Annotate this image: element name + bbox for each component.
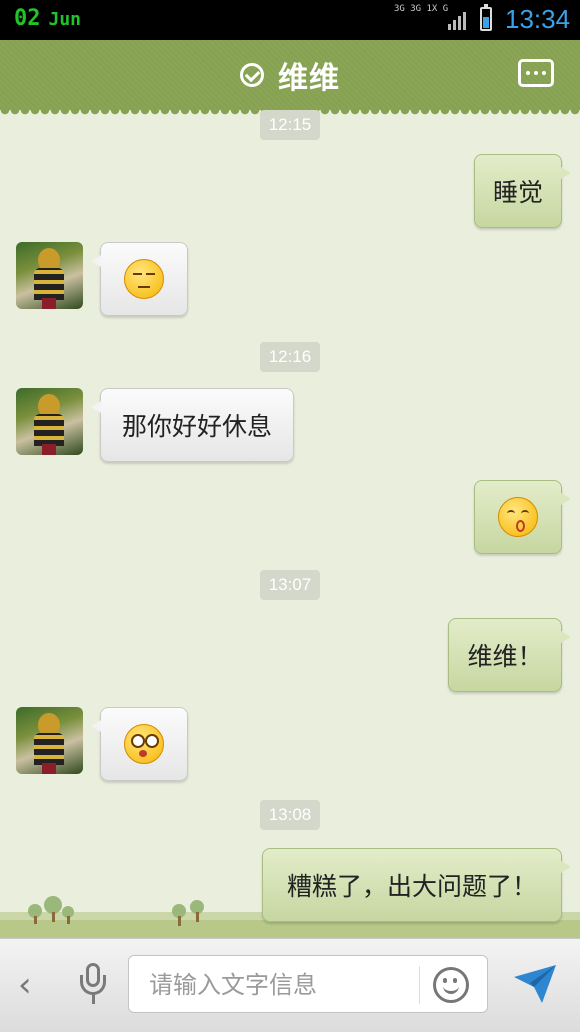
status-time: 13:34 — [505, 4, 571, 34]
divider — [419, 966, 420, 1004]
chat-title[interactable]: 维维 — [278, 53, 340, 97]
outgoing-emoji-message[interactable] — [474, 480, 571, 554]
timestamp: 13:08 — [260, 800, 320, 830]
message-input[interactable] — [147, 968, 411, 1002]
microphone-icon[interactable] — [80, 963, 108, 1007]
incoming-message[interactable]: 那你好好休息 — [91, 388, 294, 462]
status-date: 02 Jun — [14, 6, 81, 31]
more-dots-icon — [526, 71, 530, 75]
battery-icon — [480, 4, 492, 31]
kissing-face-icon — [498, 497, 538, 537]
avatar[interactable] — [16, 388, 83, 455]
send-arrow-icon[interactable] — [512, 963, 558, 1005]
check-circle-icon — [240, 63, 264, 87]
more-menu-button[interactable] — [518, 59, 554, 87]
network-type-label: 3G 3G 1X G — [394, 4, 449, 14]
message-list[interactable]: 12:15 睡觉 12:16 那你好好休息 13:07 维维！ 13:08 糟糕… — [0, 110, 580, 938]
dizzy-face-icon — [124, 724, 164, 764]
back-chevron-icon[interactable]: ‹ — [18, 965, 32, 1005]
input-bar: ‹ — [0, 938, 580, 1032]
outgoing-message[interactable]: 维维！ — [448, 618, 571, 692]
incoming-emoji-message[interactable] — [91, 707, 188, 781]
message-input-container — [128, 955, 488, 1013]
outgoing-message[interactable]: 糟糕了，出大问题了！ — [262, 848, 571, 922]
smiley-icon[interactable] — [433, 967, 469, 1003]
avatar[interactable] — [16, 242, 83, 309]
status-bar: 02 Jun 3G 3G 1X G 13:34 — [0, 0, 580, 40]
annoyed-face-icon — [124, 259, 164, 299]
timestamp: 12:16 — [260, 342, 320, 372]
timestamp: 13:07 — [260, 570, 320, 600]
chat-header: 维维 — [0, 40, 580, 116]
avatar[interactable] — [16, 707, 83, 774]
timestamp: 12:15 — [260, 110, 320, 140]
signal-icon — [448, 10, 466, 30]
outgoing-message[interactable]: 睡觉 — [474, 154, 571, 228]
status-month: Jun — [48, 9, 82, 30]
status-day: 02 — [14, 6, 41, 31]
incoming-emoji-message[interactable] — [91, 242, 188, 316]
